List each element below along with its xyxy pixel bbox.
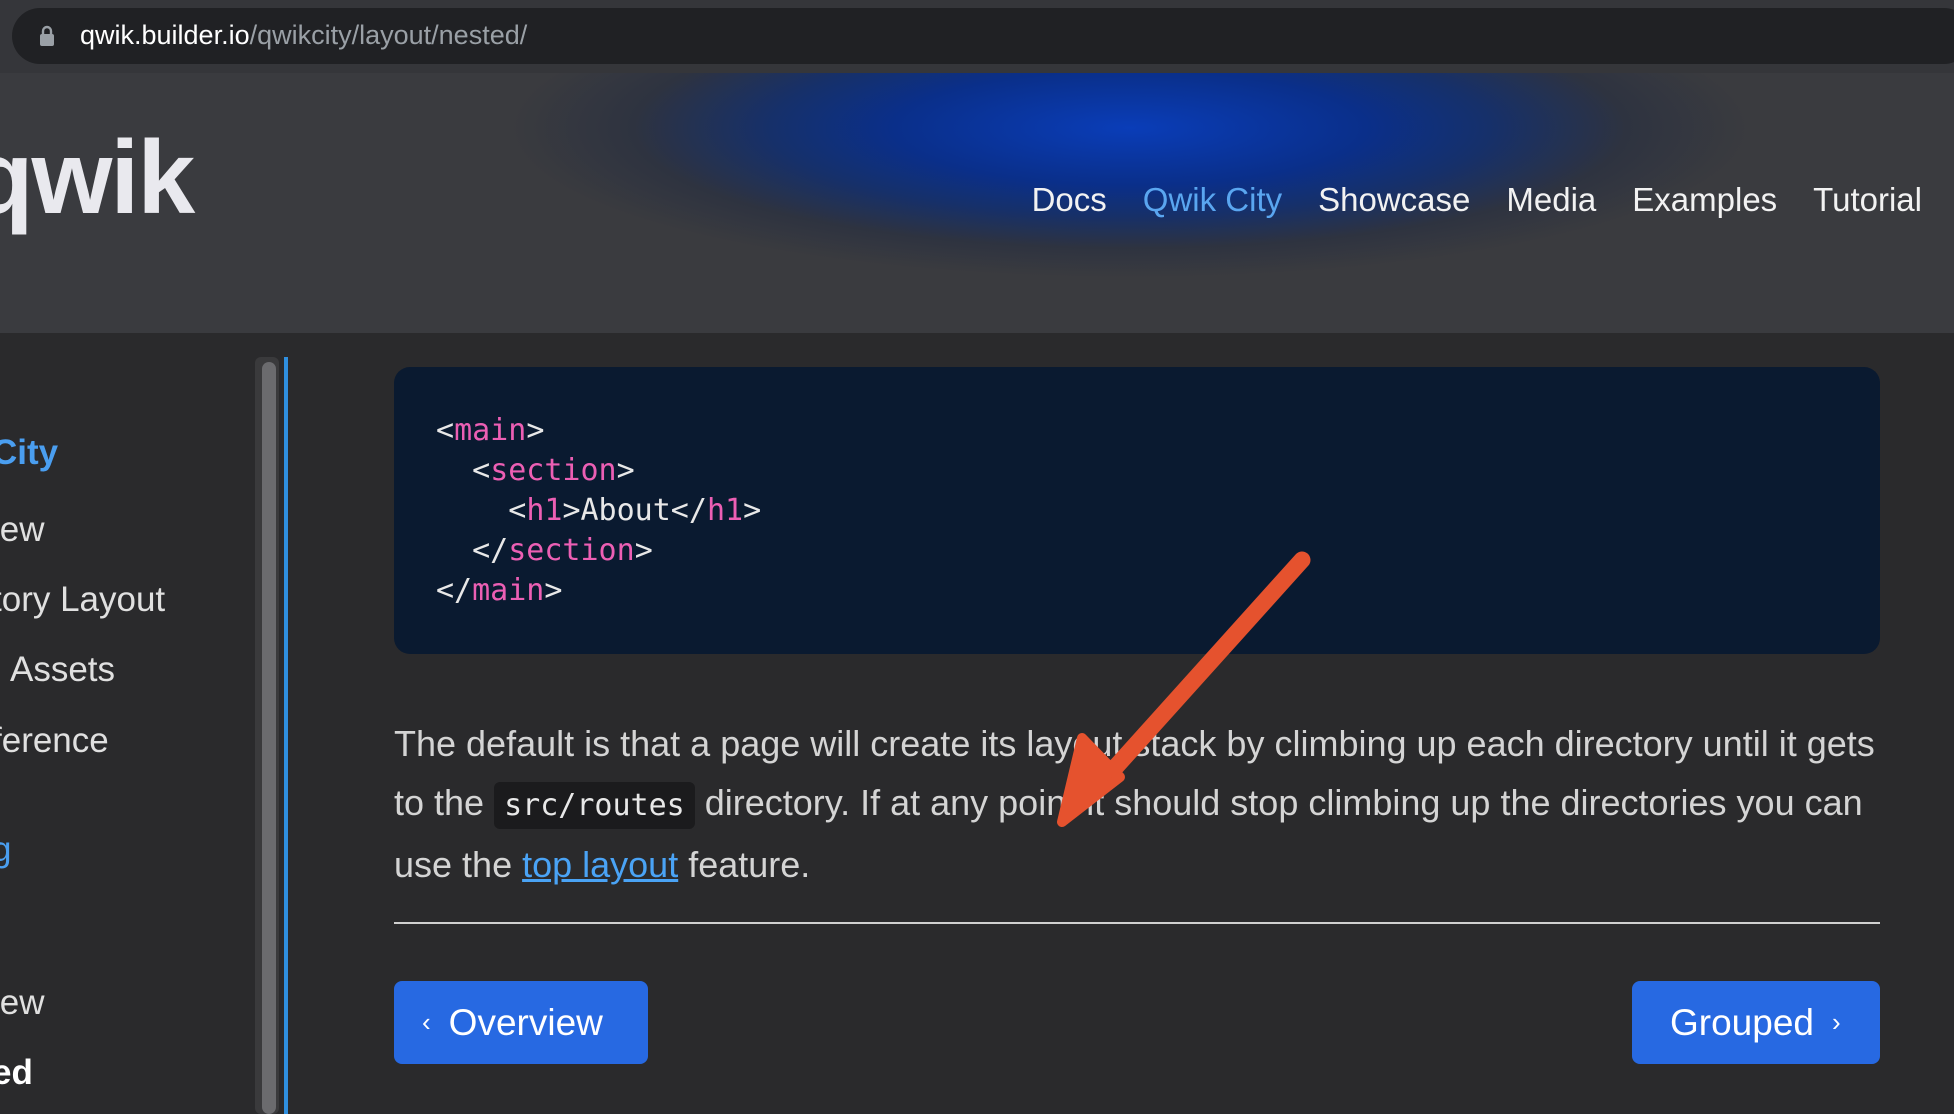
code-line: </main> bbox=[436, 573, 563, 608]
site-header: qwik Docs Qwik City Showcase Media Examp… bbox=[0, 73, 1954, 333]
browser-chrome: qwik.builder.io/qwikcity/layout/nested/ bbox=[0, 0, 1954, 73]
code-line: <h1>About</h1> bbox=[508, 493, 762, 528]
sidebar-item-overview[interactable]: iew bbox=[0, 510, 45, 550]
nav-media[interactable]: Media bbox=[1506, 181, 1596, 219]
nav-showcase[interactable]: Showcase bbox=[1318, 181, 1470, 219]
nav-tutorial[interactable]: Tutorial bbox=[1813, 181, 1922, 219]
sidebar-section-routing[interactable]: g bbox=[0, 830, 11, 870]
nav-examples[interactable]: Examples bbox=[1632, 181, 1777, 219]
qwik-logo[interactable]: qwik bbox=[0, 119, 195, 238]
next-page-button[interactable]: Grouped › bbox=[1632, 981, 1880, 1064]
url-path: /qwikcity/layout/nested/ bbox=[249, 20, 528, 50]
prev-page-button[interactable]: ‹ Overview bbox=[394, 981, 648, 1064]
prev-page-label: Overview bbox=[448, 1001, 603, 1043]
lock-icon bbox=[40, 25, 54, 46]
next-page-label: Grouped bbox=[1670, 1001, 1814, 1043]
sidebar-item-layout-overview[interactable]: iew bbox=[0, 983, 45, 1023]
sidebar-item-nested[interactable]: ed bbox=[0, 1053, 33, 1093]
chevron-right-icon: › bbox=[1832, 1007, 1841, 1037]
body-paragraph: The default is that a page will create i… bbox=[394, 723, 1875, 885]
code-line: <main> bbox=[436, 413, 545, 448]
inline-code: src/routes bbox=[494, 782, 695, 829]
url-text[interactable]: qwik.builder.io/qwikcity/layout/nested/ bbox=[80, 20, 527, 51]
code-line: <section> bbox=[472, 453, 635, 488]
sidebar-item-reference[interactable]: ference bbox=[0, 721, 109, 761]
sidebar: City iew tory Layout Assets ference g : … bbox=[0, 333, 285, 1114]
nav-docs[interactable]: Docs bbox=[1032, 181, 1107, 219]
chevron-left-icon: ‹ bbox=[422, 1007, 431, 1037]
sidebar-section-layout[interactable]: : bbox=[0, 903, 2, 943]
content-divider bbox=[394, 922, 1880, 924]
content-accent-line bbox=[284, 357, 288, 1114]
address-bar[interactable]: qwik.builder.io/qwikcity/layout/nested/ bbox=[12, 8, 1954, 64]
url-host: qwik.builder.io bbox=[80, 20, 250, 50]
top-layout-link[interactable]: top layout bbox=[522, 844, 678, 885]
sidebar-item-assets[interactable]: Assets bbox=[10, 650, 115, 690]
code-block: <main> <section> <h1>About</h1> </sectio… bbox=[394, 367, 1880, 654]
main-nav: Docs Qwik City Showcase Media Examples T… bbox=[1032, 181, 1922, 219]
code-content: <main> <section> <h1>About</h1> </sectio… bbox=[436, 411, 761, 611]
sidebar-item-directory-layout[interactable]: tory Layout bbox=[0, 580, 165, 620]
sidebar-section-qwik-city[interactable]: City bbox=[0, 433, 58, 473]
nav-qwik-city[interactable]: Qwik City bbox=[1143, 181, 1282, 219]
sidebar-scrollbar-thumb[interactable] bbox=[262, 362, 276, 1114]
code-line: </section> bbox=[472, 533, 653, 568]
